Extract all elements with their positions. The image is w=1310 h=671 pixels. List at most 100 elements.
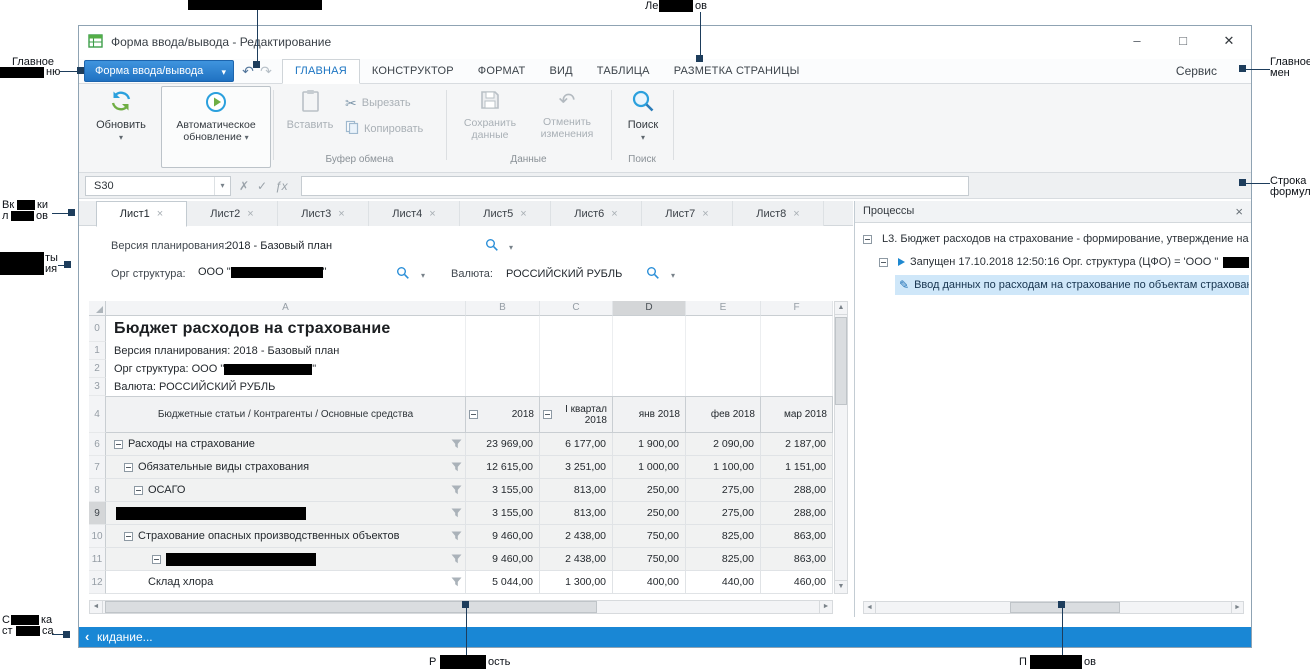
grid-value-cell[interactable]: 288,00 bbox=[761, 479, 833, 502]
grid-cell[interactable] bbox=[540, 360, 613, 378]
grid-cell[interactable] bbox=[761, 360, 833, 378]
scroll-left-icon[interactable]: ◄ bbox=[863, 601, 876, 614]
row-header-9[interactable]: 9 bbox=[89, 502, 106, 525]
cancel-icon[interactable]: ✗ bbox=[239, 178, 249, 194]
grid-cell[interactable] bbox=[540, 316, 613, 342]
column-header-e[interactable]: E bbox=[686, 301, 761, 316]
row-header-3[interactable]: 3 bbox=[89, 378, 106, 396]
grid-label-cell[interactable]: Страхование опасных производственных объ… bbox=[106, 525, 466, 548]
grid-cell[interactable] bbox=[540, 378, 613, 396]
close-icon[interactable]: × bbox=[338, 208, 344, 220]
grid-value-cell[interactable]: 288,00 bbox=[761, 502, 833, 525]
collapse-icon[interactable] bbox=[124, 463, 133, 472]
grid-cell[interactable] bbox=[466, 342, 540, 360]
sheet-tab-2[interactable]: Лист2× bbox=[187, 201, 278, 226]
ribbon-tab-1[interactable]: ГЛАВНАЯ bbox=[282, 59, 360, 84]
close-icon[interactable]: × bbox=[157, 208, 163, 220]
maximize-button[interactable]: □ bbox=[1165, 26, 1201, 56]
filter-icon[interactable] bbox=[451, 485, 462, 495]
process-item-2[interactable]: Запущен 17.10.2018 12:50:16 Орг. структу… bbox=[879, 252, 1249, 272]
grid-value-cell[interactable]: 750,00 bbox=[613, 525, 686, 548]
scroll-right-icon[interactable]: ► bbox=[819, 600, 833, 614]
ribbon-tab-2[interactable]: КОНСТРУКТОР bbox=[360, 59, 466, 84]
grid-cell[interactable] bbox=[686, 342, 761, 360]
grid-value-cell[interactable]: 813,00 bbox=[540, 479, 613, 502]
filter-icon[interactable] bbox=[451, 554, 462, 564]
grid-value-cell[interactable]: 825,00 bbox=[686, 548, 761, 571]
row-header-10[interactable]: 10 bbox=[89, 525, 106, 548]
grid-label-cell[interactable]: Обязательные виды страхования bbox=[106, 456, 466, 479]
grid-value-cell[interactable]: 863,00 bbox=[761, 548, 833, 571]
app-menu-button[interactable]: Форма ввода/вывода ▾ bbox=[84, 60, 234, 82]
grid-value-cell[interactable]: 250,00 bbox=[613, 479, 686, 502]
grid-value-cell[interactable]: 460,00 bbox=[761, 571, 833, 594]
chevron-down-icon[interactable]: ▾ bbox=[214, 177, 230, 195]
search-button[interactable]: Поиск ▾ bbox=[617, 88, 669, 142]
grid-value-cell[interactable]: 1 300,00 bbox=[540, 571, 613, 594]
column-header-f[interactable]: F bbox=[761, 301, 833, 316]
sheet-tab-1[interactable]: Лист1× bbox=[96, 201, 187, 227]
paste-button[interactable]: Вставить bbox=[279, 88, 341, 132]
grid-value-cell[interactable]: 813,00 bbox=[540, 502, 613, 525]
ribbon-tab-3[interactable]: ФОРМАТ bbox=[466, 59, 538, 84]
grid-value-cell[interactable]: 9 460,00 bbox=[466, 548, 540, 571]
search-icon[interactable] bbox=[646, 266, 660, 285]
filter-icon[interactable] bbox=[451, 531, 462, 541]
search-icon[interactable] bbox=[485, 238, 499, 257]
collapse-icon[interactable] bbox=[124, 532, 133, 541]
row-header-12[interactable]: 12 bbox=[89, 571, 106, 594]
grid-value-cell[interactable]: 23 969,00 bbox=[466, 433, 540, 456]
grid-value-cell[interactable]: 2 187,00 bbox=[761, 433, 833, 456]
close-icon[interactable]: × bbox=[429, 208, 435, 220]
sheet-tab-3[interactable]: Лист3× bbox=[278, 201, 369, 226]
grid-header-cell[interactable]: мар 2018 bbox=[761, 396, 833, 433]
close-icon[interactable]: × bbox=[247, 208, 253, 220]
grid-header-cell[interactable]: фев 2018 bbox=[686, 396, 761, 433]
chevron-down-icon[interactable]: ▾ bbox=[671, 271, 675, 280]
process-item-1[interactable]: L3. Бюджет расходов на страхование - фор… bbox=[863, 229, 1249, 249]
chevron-down-icon[interactable]: ▾ bbox=[509, 243, 513, 252]
grid-label-cell[interactable]: Склад хлора bbox=[106, 571, 466, 594]
grid-value-cell[interactable]: 863,00 bbox=[761, 525, 833, 548]
grid-value-cell[interactable]: 2 090,00 bbox=[686, 433, 761, 456]
row-header-6[interactable]: 6 bbox=[89, 433, 106, 456]
undo-changes-button[interactable]: ↶ Отменить изменения bbox=[531, 88, 603, 140]
chevron-down-icon[interactable]: ▾ bbox=[421, 271, 425, 280]
grid-cell[interactable] bbox=[761, 378, 833, 396]
v-scroll-thumb[interactable] bbox=[835, 317, 847, 405]
grid-cell[interactable]: Орг структура: ООО "" bbox=[106, 360, 466, 378]
service-menu[interactable]: Сервис bbox=[1176, 59, 1217, 84]
grid-label-cell[interactable]: ОСАГО bbox=[106, 479, 466, 502]
close-icon[interactable]: × bbox=[702, 208, 708, 220]
grid-label-cell[interactable] bbox=[106, 548, 466, 571]
grid-cell[interactable] bbox=[761, 342, 833, 360]
filter-icon[interactable] bbox=[451, 462, 462, 472]
grid-value-cell[interactable]: 1 151,00 bbox=[761, 456, 833, 479]
filter-icon[interactable] bbox=[451, 508, 462, 518]
grid-value-cell[interactable]: 3 251,00 bbox=[540, 456, 613, 479]
grid-value-cell[interactable]: 1 000,00 bbox=[613, 456, 686, 479]
grid-cell[interactable] bbox=[466, 360, 540, 378]
process-item-3[interactable]: ✎Ввод данных по расходам на страхование … bbox=[895, 275, 1249, 295]
grid-cell[interactable] bbox=[686, 360, 761, 378]
sheet-tab-7[interactable]: Лист7× bbox=[642, 201, 733, 226]
grid-cell[interactable]: Версия планирования: 2018 - Базовый план bbox=[106, 342, 466, 360]
grid-label-cell[interactable] bbox=[106, 502, 466, 525]
sheet-tab-5[interactable]: Лист5× bbox=[460, 201, 551, 226]
refresh-button[interactable]: Обновить ▾ bbox=[89, 88, 153, 142]
save-data-button[interactable]: Сохранить данные bbox=[457, 88, 523, 141]
grid-cell[interactable] bbox=[761, 316, 833, 342]
grid-value-cell[interactable]: 275,00 bbox=[686, 502, 761, 525]
grid-value-cell[interactable]: 250,00 bbox=[613, 502, 686, 525]
grid-value-cell[interactable]: 400,00 bbox=[613, 571, 686, 594]
grid-cell[interactable] bbox=[466, 378, 540, 396]
row-header-0[interactable]: 0 bbox=[89, 316, 106, 342]
scroll-up-icon[interactable]: ▲ bbox=[834, 301, 848, 315]
confirm-icon[interactable]: ✓ bbox=[257, 178, 267, 194]
grid-cell[interactable]: Бюджет расходов на страхование bbox=[106, 316, 466, 342]
scroll-left-icon[interactable]: ◄ bbox=[89, 600, 103, 614]
grid-value-cell[interactable]: 2 438,00 bbox=[540, 548, 613, 571]
grid-header-cell[interactable]: Бюджетные статьи / Контрагенты / Основны… bbox=[106, 396, 466, 433]
row-header-8[interactable]: 8 bbox=[89, 479, 106, 502]
grid-value-cell[interactable]: 1 900,00 bbox=[613, 433, 686, 456]
